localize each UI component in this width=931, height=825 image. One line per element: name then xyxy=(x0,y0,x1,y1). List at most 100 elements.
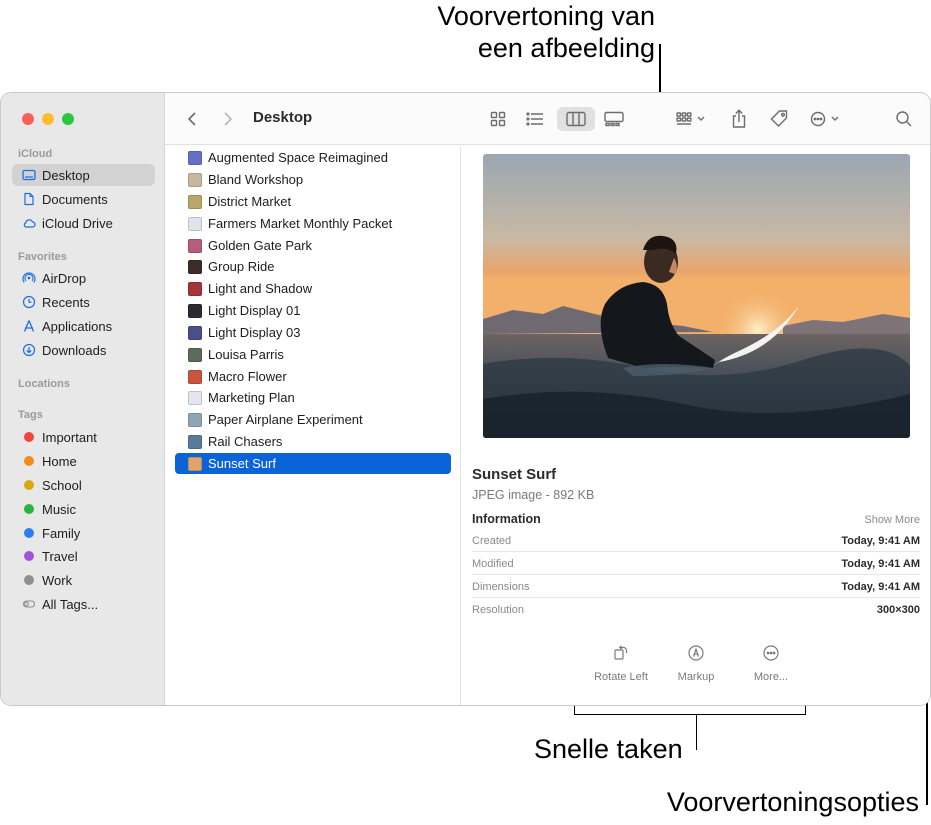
sidebar-tag-school[interactable]: School xyxy=(12,474,155,496)
image-thumbnail-icon xyxy=(188,412,202,427)
quick-action-label: More... xyxy=(753,671,789,683)
preview-pane: Sunset Surf JPEG image - 892 KB Informat… xyxy=(462,146,930,705)
sidebar-item-downloads[interactable]: Downloads xyxy=(12,339,155,361)
sidebar-item-label: Documents xyxy=(42,191,108,207)
sidebar-tag-family[interactable]: Family xyxy=(12,522,155,544)
file-row[interactable]: Rail Chasers xyxy=(175,431,451,452)
tag-color-dot xyxy=(24,528,34,538)
file-row[interactable]: Marketing Plan xyxy=(175,387,451,408)
info-label: Created xyxy=(472,535,512,547)
sidebar-item-label: iCloud Drive xyxy=(42,215,113,231)
info-value: Today, 9:41 AM xyxy=(841,535,920,547)
window-title: Desktop xyxy=(253,109,313,126)
file-row[interactable]: Paper Airplane Experiment xyxy=(175,409,451,430)
info-label: Modified xyxy=(472,558,514,570)
sidebar-item-applications[interactable]: Applications xyxy=(12,315,155,337)
preview-image xyxy=(483,154,910,438)
info-label: Dimensions xyxy=(472,581,530,593)
show-more-button[interactable]: Show More xyxy=(864,514,920,526)
sidebar-section-tags: Tags xyxy=(18,409,43,421)
info-row-resolution: Resolution 300×300 xyxy=(472,598,920,621)
more-icon xyxy=(763,645,779,661)
tag-label: Family xyxy=(42,525,81,541)
file-row[interactable]: Macro Flower xyxy=(175,366,451,387)
info-row-modified: Modified Today, 9:41 AM xyxy=(472,552,920,575)
sidebar-tag-home[interactable]: Home xyxy=(12,450,155,472)
sidebar-item-label: Applications xyxy=(42,318,113,334)
view-gallery-button[interactable] xyxy=(601,107,627,131)
image-thumbnail-icon xyxy=(188,194,202,209)
search-button[interactable] xyxy=(893,107,915,131)
information-heading: Information xyxy=(472,512,541,526)
sidebar-item-icloud-drive[interactable]: iCloud Drive xyxy=(12,212,155,234)
sidebar-item-documents[interactable]: Documents xyxy=(12,188,155,210)
file-row[interactable]: Light and Shadow xyxy=(175,278,451,299)
file-row-selected[interactable]: Sunset Surf xyxy=(175,453,451,474)
file-name: Golden Gate Park xyxy=(208,238,313,253)
file-row[interactable]: Light Display 03 xyxy=(175,322,451,343)
all-tags-icon xyxy=(20,597,38,611)
view-columns-button[interactable] xyxy=(557,107,595,131)
sidebar-tag-important[interactable]: Important xyxy=(12,426,155,448)
sidebar-item-airdrop[interactable]: AirDrop xyxy=(12,267,155,289)
file-row[interactable]: District Market xyxy=(175,191,451,212)
tag-label: Work xyxy=(42,572,73,588)
tag-label: Home xyxy=(42,453,77,469)
view-list-button[interactable] xyxy=(521,107,549,131)
clock-icon xyxy=(20,295,38,309)
sidebar-tag-travel[interactable]: Travel xyxy=(12,545,155,567)
tag-color-dot xyxy=(24,432,34,442)
image-thumbnail-icon xyxy=(188,150,202,165)
sidebar-item-label: Recents xyxy=(42,294,90,310)
markup-icon xyxy=(688,645,704,661)
sidebar-item-desktop[interactable]: Desktop xyxy=(12,164,155,186)
file-row[interactable]: Group Ride xyxy=(175,256,451,277)
file-row[interactable]: Light Display 01 xyxy=(175,300,451,321)
sidebar-section-icloud: iCloud xyxy=(18,148,53,160)
sidebar-section-favorites: Favorites xyxy=(18,251,67,263)
tags-button[interactable] xyxy=(767,107,791,131)
markup-button[interactable]: Markup xyxy=(656,644,736,683)
share-icon xyxy=(732,109,746,128)
forward-button[interactable] xyxy=(219,107,237,131)
image-thumbnail-icon xyxy=(188,325,202,340)
info-value: 300×300 xyxy=(876,604,920,616)
toolbar: Desktop xyxy=(165,93,930,145)
image-thumbnail-icon xyxy=(188,238,202,253)
more-actions-button[interactable]: More... xyxy=(731,644,811,683)
image-thumbnail-icon xyxy=(188,369,202,384)
file-row[interactable]: Bland Workshop xyxy=(175,169,451,190)
sidebar-section-locations: Locations xyxy=(18,378,70,390)
action-button[interactable] xyxy=(807,107,843,131)
share-button[interactable] xyxy=(728,107,750,131)
file-row[interactable]: Golden Gate Park xyxy=(175,235,451,256)
preview-file-name: Sunset Surf xyxy=(472,466,557,483)
sidebar-tag-all-tags[interactable]: All Tags... xyxy=(12,593,155,615)
file-name: Sunset Surf xyxy=(208,456,276,471)
sidebar-item-recents[interactable]: Recents xyxy=(12,291,155,313)
file-row[interactable]: Farmers Market Monthly Packet xyxy=(175,213,451,234)
file-name: Farmers Market Monthly Packet xyxy=(208,216,393,231)
callout-quick-actions: Snelle taken xyxy=(534,734,683,764)
quick-action-label: Markup xyxy=(677,671,715,683)
file-name: Bland Workshop xyxy=(208,172,304,187)
back-button[interactable] xyxy=(183,107,201,131)
view-icons-button[interactable] xyxy=(485,107,511,131)
group-button[interactable] xyxy=(673,107,709,131)
rotate-left-button[interactable]: Rotate Left xyxy=(581,644,661,683)
file-row[interactable]: Augmented Space Reimagined xyxy=(175,147,451,168)
minimize-button[interactable] xyxy=(42,113,54,125)
image-thumbnail-icon xyxy=(188,303,202,318)
sidebar-item-label: Desktop xyxy=(42,167,90,183)
file-name: Paper Airplane Experiment xyxy=(208,412,363,427)
tag-color-dot xyxy=(24,504,34,514)
close-button[interactable] xyxy=(22,113,34,125)
file-row[interactable]: Louisa Parris xyxy=(175,344,451,365)
group-icon xyxy=(676,112,692,125)
zoom-button[interactable] xyxy=(62,113,74,125)
image-thumbnail-icon xyxy=(188,456,202,471)
sidebar-tag-music[interactable]: Music xyxy=(12,498,155,520)
tag-color-dot xyxy=(24,456,34,466)
sidebar-tag-work[interactable]: Work xyxy=(12,569,155,591)
finder-window: iCloud Desktop Documents iCloud Drive Fa… xyxy=(0,92,931,706)
